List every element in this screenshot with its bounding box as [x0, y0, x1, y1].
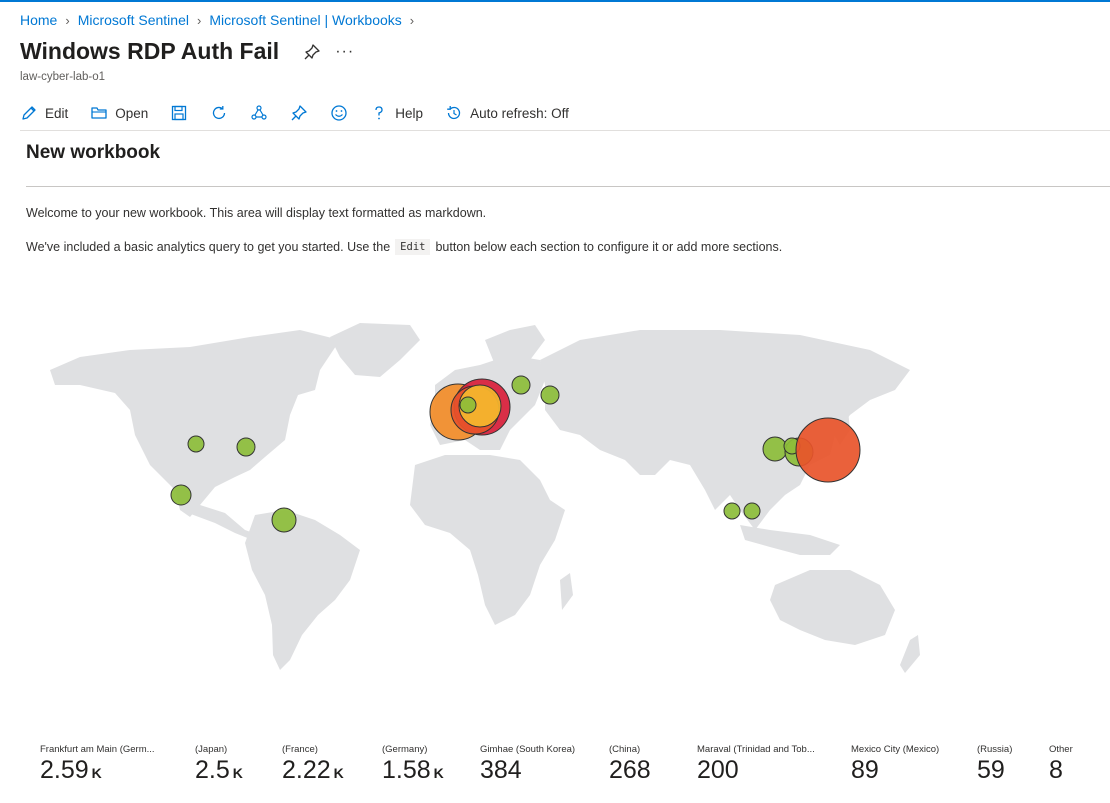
feedback-button[interactable] — [330, 104, 348, 122]
share-button[interactable] — [250, 104, 268, 122]
top-accent-line — [0, 0, 1110, 2]
save-icon — [172, 105, 187, 121]
pin-button[interactable] — [290, 104, 308, 122]
help-label: Help — [395, 105, 424, 121]
tile-value: 89 — [851, 758, 971, 786]
resource-subtitle: law-cyber-lab-o1 — [20, 71, 106, 83]
bubble-china[interactable] — [762, 436, 788, 462]
markdown-text-2-before: We've included a basic analytics query t… — [26, 240, 391, 254]
tile-frankfurt[interactable]: Frankfurt am Main (Germ... 2.59 K — [40, 744, 160, 786]
markdown-text-2: We've included a basic analytics query t… — [26, 239, 782, 255]
smiley-icon — [331, 105, 347, 121]
tile-value-number: 59 — [977, 756, 1005, 784]
tile-value: 8 — [1049, 758, 1104, 786]
page-title: Windows RDP Auth Fail — [20, 38, 280, 64]
refresh-icon — [213, 106, 226, 120]
markdown-inline-code: Edit — [395, 239, 431, 255]
save-button[interactable] — [170, 104, 188, 122]
land-indonesia — [740, 525, 840, 555]
toolbar: Edit Open Help Auto refresh: Off — [20, 100, 591, 126]
auto-refresh-button[interactable]: Auto refresh: Off — [445, 104, 569, 122]
tile-value-unit: K — [91, 765, 102, 781]
tile-value-unit: K — [232, 765, 243, 781]
land-africa — [410, 455, 565, 625]
tile-value-unit: K — [433, 765, 444, 781]
share-icon — [251, 105, 267, 120]
title-row: Windows RDP Auth Fail ··· — [20, 38, 354, 65]
bubble-japan[interactable] — [795, 417, 861, 483]
tile-value-number: 8 — [1049, 756, 1063, 784]
bubble-maraval[interactable] — [271, 507, 297, 533]
bubble-us-east[interactable] — [236, 437, 256, 457]
auto-refresh-label: Auto refresh: Off — [470, 105, 569, 121]
section-divider — [26, 186, 1110, 187]
breadcrumb-sentinel[interactable]: Microsoft Sentinel — [78, 12, 189, 28]
tile-value-number: 268 — [609, 756, 651, 784]
chevron-right-icon: › — [409, 12, 415, 28]
section-title: New workbook — [26, 142, 161, 163]
tile-location: Mexico City (Mexico) — [851, 744, 940, 755]
tile-value: 384 — [480, 758, 600, 786]
tile-value-number: 89 — [851, 756, 879, 784]
folder-icon — [91, 107, 107, 119]
bubble-mexico-city[interactable] — [170, 484, 192, 506]
pin-icon[interactable] — [303, 43, 321, 61]
tile-location: Gimhae (South Korea) — [480, 744, 576, 755]
tile-value: 2.59 K — [40, 758, 160, 786]
tile-location: Other — [1049, 744, 1073, 755]
land-asia — [540, 330, 910, 530]
pin-icon — [291, 105, 307, 121]
pencil-icon — [22, 106, 36, 120]
history-icon — [447, 106, 461, 120]
refresh-button[interactable] — [210, 104, 228, 122]
tile-value-number: 384 — [480, 756, 522, 784]
markdown-text-2-after: button below each section to configure i… — [435, 240, 783, 254]
question-icon — [375, 106, 383, 120]
breadcrumb-home[interactable]: Home — [20, 12, 57, 28]
tile-mexico-city[interactable]: Mexico City (Mexico) 89 — [851, 744, 971, 786]
tile-value-number: 2.5 — [195, 756, 230, 784]
land-new-zealand — [900, 635, 920, 673]
more-options-icon[interactable]: ··· — [335, 43, 354, 61]
tile-gimhae[interactable]: Gimhae (South Korea) 384 — [480, 744, 600, 786]
bubble-us-central[interactable] — [187, 435, 205, 453]
toolbar-divider — [20, 130, 1110, 131]
tile-location: Maraval (Trinidad and Tob... — [697, 744, 815, 755]
open-button[interactable]: Open — [90, 104, 148, 122]
help-button[interactable]: Help — [370, 104, 423, 122]
bubble-hong-kong[interactable] — [743, 502, 761, 520]
land-madagascar — [560, 573, 573, 610]
land-north-america — [50, 330, 340, 517]
world-map[interactable] — [40, 315, 940, 695]
tile-value-number: 200 — [697, 756, 739, 784]
open-label: Open — [115, 105, 149, 121]
bubble-russia[interactable] — [540, 385, 560, 405]
land-australia — [770, 570, 895, 645]
tile-value-unit: K — [333, 765, 344, 781]
tile-location: Frankfurt am Main (Germ... — [40, 744, 155, 755]
tile-other[interactable]: Other 8 — [1049, 744, 1104, 786]
land-greenland — [330, 323, 420, 377]
edit-label: Edit — [45, 105, 69, 121]
markdown-text-1: Welcome to your new workbook. This area … — [26, 206, 487, 220]
land-south-america — [245, 510, 360, 670]
chevron-right-icon: › — [196, 12, 202, 28]
bubble-netherlands[interactable] — [459, 396, 477, 414]
bubble-vietnam[interactable] — [723, 502, 741, 520]
tile-maraval[interactable]: Maraval (Trinidad and Tob... 200 — [697, 744, 817, 786]
tile-value-number: 1.58 — [382, 756, 431, 784]
breadcrumb: Home › Microsoft Sentinel › Microsoft Se… — [20, 12, 422, 28]
tile-value: 200 — [697, 758, 817, 786]
edit-button[interactable]: Edit — [20, 104, 68, 122]
tiles-row: Frankfurt am Main (Germ... 2.59 K (Japan)… — [40, 744, 1110, 794]
world-map-svg — [50, 323, 920, 673]
tile-value-number: 2.22 — [282, 756, 331, 784]
breadcrumb-workbooks[interactable]: Microsoft Sentinel | Workbooks — [209, 12, 401, 28]
bubble-russia-north[interactable] — [511, 375, 531, 395]
chevron-right-icon: › — [65, 12, 70, 28]
tile-value-number: 2.59 — [40, 756, 89, 784]
